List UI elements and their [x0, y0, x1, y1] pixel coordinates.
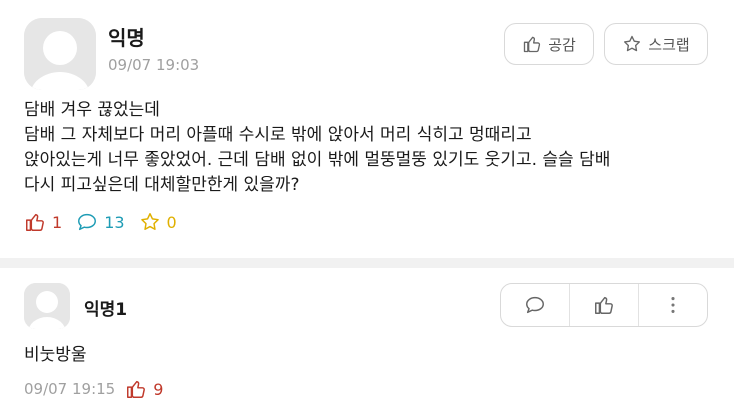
like-count-value: 1	[52, 212, 63, 232]
scrap-count-value: 0	[166, 212, 177, 232]
comment-like-button[interactable]	[569, 284, 638, 326]
section-divider	[0, 258, 734, 268]
more-options-button[interactable]	[638, 284, 707, 326]
post-stats: 1 13 0	[24, 209, 191, 235]
post-body: 담배 겨우 끊었는데 담배 그 자체보다 머리 아플때 수시로 밖에 앉아서 머…	[24, 100, 611, 195]
thumbs-up-icon	[127, 380, 146, 398]
star-icon	[140, 213, 159, 230]
default-avatar-icon	[24, 283, 70, 329]
comment-meta: 09/07 19:15 9	[24, 378, 163, 400]
comment-body: 비눗방울	[24, 345, 87, 365]
default-avatar-icon	[24, 18, 96, 90]
comment-count: 13	[76, 211, 125, 233]
comment-avatar	[24, 283, 70, 329]
scrap-button[interactable]: 스크랩	[604, 23, 708, 65]
like-button-label: 공감	[548, 35, 576, 54]
thumbs-up-icon	[524, 36, 541, 53]
speech-bubble-icon	[526, 296, 544, 314]
thumbs-up-icon	[595, 296, 613, 314]
post-date: 09/07 19:03	[108, 56, 200, 74]
comment-like-count: 9	[125, 378, 163, 400]
like-count: 1	[24, 211, 62, 233]
speech-bubble-icon	[78, 213, 97, 231]
post-author: 익명	[108, 26, 145, 50]
reply-button[interactable]	[501, 284, 569, 326]
comment-author: 익명1	[84, 300, 128, 320]
comment-actions	[500, 283, 708, 327]
thumbs-up-icon	[26, 213, 44, 231]
comment-like-count-value: 9	[153, 379, 164, 399]
post: 익명 09/07 19:03 공감 스크랩 담배 겨우 끊었는데 담배 그 자체…	[0, 0, 734, 258]
scrap-count: 0	[139, 211, 177, 233]
author-avatar	[24, 18, 96, 90]
like-button[interactable]: 공감	[504, 23, 594, 65]
comment-count-value: 13	[104, 212, 125, 232]
scrap-button-label: 스크랩	[648, 35, 690, 54]
comment-date: 09/07 19:15	[24, 380, 116, 398]
vertical-dots-icon	[671, 297, 675, 313]
star-icon	[624, 35, 641, 52]
